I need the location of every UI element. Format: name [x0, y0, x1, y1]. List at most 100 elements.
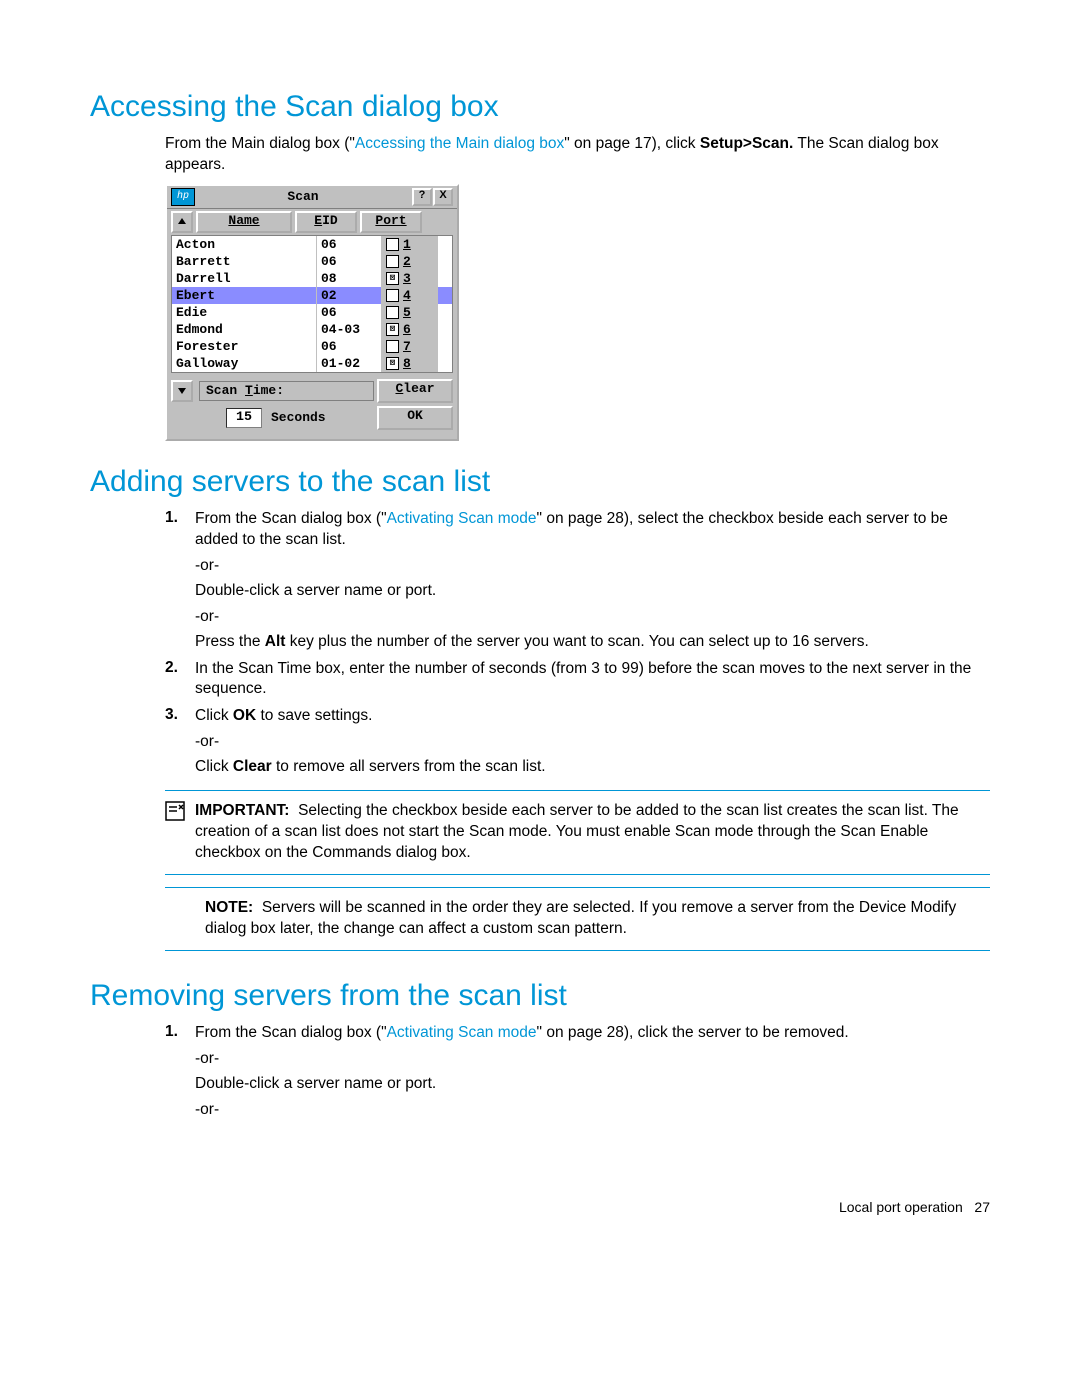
server-index: 5	[403, 305, 411, 320]
scan-time-input[interactable]	[226, 408, 262, 428]
step-number: 3.	[165, 706, 178, 724]
server-name: Galloway	[172, 355, 317, 372]
table-row[interactable]: Forester06 7	[172, 338, 452, 355]
or-separator: -or-	[195, 1101, 990, 1119]
step-1: 1. From the Scan dialog box ("Activating…	[165, 509, 990, 653]
server-port: 01-02	[317, 355, 382, 372]
checkbox-icon[interactable]	[386, 306, 399, 319]
column-header-name[interactable]: Name	[196, 211, 292, 233]
server-check-cell: 2	[382, 253, 438, 270]
checkbox-icon[interactable]	[386, 289, 399, 302]
step1-link[interactable]: Activating Scan mode	[387, 510, 537, 527]
intro-text-a: From the Main dialog box ("	[165, 135, 355, 152]
checkbox-icon[interactable]: ⊠	[386, 272, 399, 285]
server-index: 6	[403, 322, 411, 337]
step3-alt: Click Clear to remove all servers from t…	[195, 757, 990, 778]
server-check-cell: ⊠6	[382, 321, 438, 338]
step-number: 1.	[165, 509, 178, 527]
column-header-port[interactable]: Port	[360, 211, 422, 233]
heading-removing-servers: Removing servers from the scan list	[90, 979, 990, 1013]
step-text: " on page 28), click the server to be re…	[537, 1024, 849, 1041]
clear-button[interactable]: Clear	[377, 379, 453, 403]
server-check-cell: 4	[382, 287, 438, 304]
close-button[interactable]: X	[433, 188, 453, 206]
checkbox-icon[interactable]	[386, 340, 399, 353]
or-separator: -or-	[195, 733, 990, 751]
sort-up-icon[interactable]	[171, 211, 193, 233]
server-name: Acton	[172, 236, 317, 253]
table-row[interactable]: Edmond04-03⊠6	[172, 321, 452, 338]
intro-bold: Setup>Scan.	[700, 135, 793, 152]
sort-down-icon[interactable]	[171, 380, 193, 402]
column-header-eid[interactable]: EID	[295, 211, 357, 233]
table-row[interactable]: Edie06 5	[172, 304, 452, 321]
server-name: Edmond	[172, 321, 317, 338]
step-2: 2. In the Scan Time box, enter the numbe…	[165, 659, 990, 701]
server-index: 8	[403, 356, 411, 371]
step-text: From the Scan dialog box ("	[195, 510, 387, 527]
step-text: Click OK to save settings.	[195, 706, 990, 727]
checkbox-icon[interactable]: ⊠	[386, 357, 399, 370]
server-name: Barrett	[172, 253, 317, 270]
important-text: Selecting the checkbox beside each serve…	[195, 802, 959, 861]
table-row[interactable]: Ebert02 4	[172, 287, 452, 304]
server-list: Acton061Barrett062Darrell08⊠3Ebert024Edi…	[171, 235, 453, 373]
intro-link[interactable]: Accessing the Main dialog box	[355, 135, 564, 152]
server-index: 7	[403, 339, 411, 354]
important-callout: IMPORTANT: Selecting the checkbox beside…	[165, 790, 990, 875]
server-check-cell: ⊠8	[382, 355, 438, 372]
server-name: Darrell	[172, 270, 317, 287]
server-name: Ebert	[172, 287, 317, 304]
scan-dialog: hp Scan ? X Name EID Port Acton061Barret…	[165, 184, 459, 441]
note-text: Servers will be scanned in the order the…	[205, 899, 956, 937]
intro-text-b: " on page 17), click	[564, 135, 700, 152]
server-index: 4	[403, 288, 411, 303]
help-button[interactable]: ?	[412, 188, 432, 206]
seconds-label: Seconds	[265, 409, 332, 427]
page-footer: Local port operation 27	[90, 1199, 990, 1215]
or-separator: -or-	[195, 1050, 990, 1068]
step1-link[interactable]: Activating Scan mode	[387, 1024, 537, 1041]
heading-accessing-scan: Accessing the Scan dialog box	[90, 90, 990, 124]
note-label: NOTE:	[205, 899, 253, 916]
important-label: IMPORTANT:	[195, 802, 289, 819]
important-icon	[165, 801, 187, 823]
alt-text: Double-click a server name or port.	[195, 1074, 990, 1095]
server-check-cell: ⊠3	[382, 270, 438, 287]
server-port: 08	[317, 270, 382, 287]
step1-alt1: Double-click a server name or port.	[195, 581, 990, 602]
server-port: 06	[317, 236, 382, 253]
server-name: Forester	[172, 338, 317, 355]
table-row[interactable]: Barrett062	[172, 253, 452, 270]
server-name: Edie	[172, 304, 317, 321]
scan-time-label: Scan Time:	[199, 381, 374, 401]
table-row[interactable]: Darrell08⊠3	[172, 270, 452, 287]
heading-adding-servers: Adding servers to the scan list	[90, 465, 990, 499]
server-port: 06	[317, 304, 382, 321]
header-row: Name EID Port	[167, 209, 457, 235]
hp-logo-icon: hp	[171, 188, 195, 206]
table-row[interactable]: Acton06 1	[172, 236, 452, 253]
checkbox-icon[interactable]: ⊠	[386, 323, 399, 336]
step-number: 1.	[165, 1023, 178, 1041]
step-number: 2.	[165, 659, 178, 677]
server-port: 02	[317, 287, 382, 304]
or-separator: -or-	[195, 608, 990, 626]
checkbox-icon[interactable]	[386, 255, 399, 268]
server-check-cell: 5	[382, 304, 438, 321]
step-text: In the Scan Time box, enter the number o…	[195, 659, 990, 701]
server-port: 06	[317, 338, 382, 355]
server-check-cell: 1	[382, 236, 438, 253]
table-row[interactable]: Galloway01-02⊠8	[172, 355, 452, 372]
server-index: 1	[403, 237, 411, 252]
step1-alt2: Press the Alt key plus the number of the…	[195, 632, 990, 653]
note-callout: NOTE: Servers will be scanned in the ord…	[165, 887, 990, 951]
intro-paragraph: From the Main dialog box ("Accessing the…	[165, 134, 990, 176]
step-3: 3. Click OK to save settings. -or- Click…	[165, 706, 990, 778]
dialog-titlebar: hp Scan ? X	[167, 186, 457, 209]
ok-button[interactable]: OK	[377, 406, 453, 430]
checkbox-icon[interactable]	[386, 238, 399, 251]
server-check-cell: 7	[382, 338, 438, 355]
step-1: 1. From the Scan dialog box ("Activating…	[165, 1023, 990, 1119]
or-separator: -or-	[195, 557, 990, 575]
